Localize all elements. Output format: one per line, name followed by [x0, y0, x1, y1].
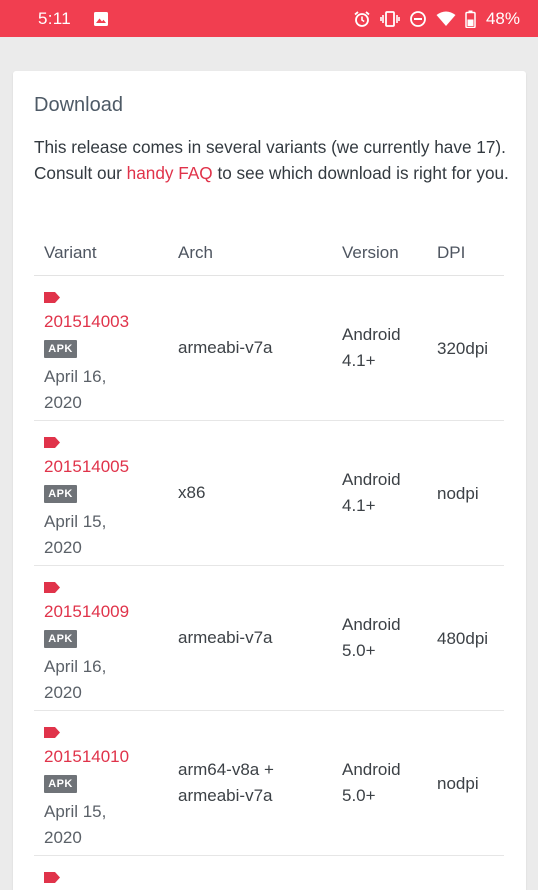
dpi-cell: 320dpi	[437, 339, 489, 358]
version-line: Android	[342, 615, 401, 634]
status-right: 48%	[353, 9, 520, 29]
release-date: April 15, 2020	[44, 799, 144, 851]
version-line: 4.1+	[342, 496, 376, 515]
image-icon	[94, 11, 109, 26]
date-line: 2020	[44, 393, 82, 412]
tag-icon	[44, 872, 60, 883]
table-row	[34, 856, 504, 890]
version-line: Android	[342, 760, 401, 779]
variant-link[interactable]: 201514010	[44, 747, 129, 767]
date-line: April 15,	[44, 512, 107, 531]
version-line: 4.1+	[342, 351, 376, 370]
tag-icon	[44, 582, 60, 593]
tag-icon	[44, 727, 60, 738]
apk-badge: APK	[44, 630, 77, 648]
arch-line: arm64-v8a +	[178, 760, 274, 779]
dpi-cell: 480dpi	[437, 629, 489, 648]
wifi-icon	[436, 11, 456, 26]
battery-percent: 48%	[485, 8, 520, 28]
dpi-cell: nodpi	[437, 484, 479, 503]
table-header: Variant Arch Version DPI	[34, 234, 504, 276]
variant-link[interactable]: 201514005	[44, 457, 129, 477]
date-line: 2020	[44, 538, 82, 557]
status-bar: 5:11 48%	[0, 0, 538, 37]
alarm-icon	[354, 10, 370, 27]
dpi-cell: nodpi	[437, 774, 479, 793]
apk-badge: APK	[44, 485, 77, 503]
arch-line: armeabi-v7a	[178, 338, 273, 357]
version-line: Android	[342, 325, 401, 344]
dnd-icon	[410, 10, 426, 27]
apk-badge: APK	[44, 775, 77, 793]
version-line: 5.0+	[342, 786, 376, 805]
arch-cell: arm64-v8a + armeabi-v7a	[178, 757, 328, 809]
status-left: 5:11	[38, 9, 109, 29]
date-line: April 16,	[44, 367, 107, 386]
header-version: Version	[342, 243, 399, 262]
version-cell: Android 5.0+	[342, 612, 432, 664]
tag-icon	[44, 437, 60, 448]
variant-link[interactable]: 201514003	[44, 312, 129, 332]
release-date: April 15, 2020	[44, 509, 144, 561]
date-line: April 16,	[44, 657, 107, 676]
apk-badge: APK	[44, 340, 77, 358]
variant-link[interactable]: 201514009	[44, 602, 129, 622]
arch-cell: x86	[178, 480, 328, 506]
arch-line: armeabi-v7a	[178, 628, 273, 647]
version-line: 5.0+	[342, 641, 376, 660]
table-row: 201514010 APK April 15, 2020 arm64-v8a + a…	[34, 711, 504, 856]
arch-line: armeabi-v7a	[178, 786, 273, 805]
release-date: April 16, 2020	[44, 654, 144, 706]
arch-line: x86	[178, 483, 206, 502]
date-line: 2020	[44, 828, 82, 847]
date-line: 2020	[44, 683, 82, 702]
tag-icon	[44, 292, 60, 303]
table-row: 201514005 APK April 15, 2020 x86 Android 4…	[34, 421, 504, 566]
vibrate-icon	[380, 10, 400, 27]
download-card: Download This release comes in several v…	[13, 71, 526, 890]
arch-cell: armeabi-v7a	[178, 335, 328, 361]
handy-faq-link[interactable]: handy FAQ	[127, 163, 213, 183]
variants-table: Variant Arch Version DPI 201514003 APK A…	[34, 234, 504, 890]
table-row: 201514009 APK April 16, 2020 armeabi-v7a …	[34, 566, 504, 711]
version-line: Android	[342, 470, 401, 489]
header-arch: Arch	[178, 243, 213, 262]
version-cell: Android 4.1+	[342, 467, 432, 519]
header-dpi: DPI	[437, 243, 466, 262]
header-variant: Variant	[44, 243, 97, 262]
version-cell: Android 5.0+	[342, 757, 432, 809]
intro-text: This release comes in several variants (…	[34, 134, 514, 186]
table-row: 201514003 APK April 16, 2020 armeabi-v7a …	[34, 276, 504, 421]
release-date: April 16, 2020	[44, 364, 144, 416]
status-time: 5:11	[38, 8, 72, 28]
battery-icon	[465, 10, 476, 28]
intro-after: to see which download is right for you.	[212, 163, 509, 183]
date-line: April 15,	[44, 802, 107, 821]
arch-cell: armeabi-v7a	[178, 625, 328, 651]
card-title: Download	[34, 94, 123, 116]
version-cell: Android 4.1+	[342, 322, 432, 374]
